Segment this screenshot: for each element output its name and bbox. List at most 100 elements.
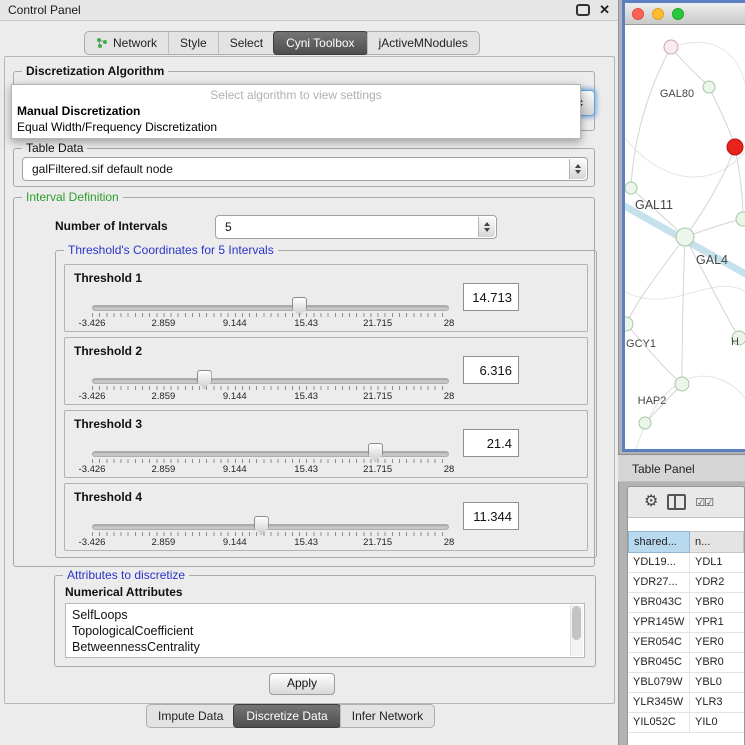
slider-track[interactable]	[92, 524, 449, 530]
scale-label: 2.859	[152, 464, 176, 475]
network-node[interactable]	[675, 377, 689, 391]
combo-stepper[interactable]	[478, 217, 495, 237]
cell[interactable]: YBR0	[690, 653, 744, 672]
cell[interactable]: YER0	[690, 633, 744, 652]
table-row[interactable]: YDR27... YDR2	[628, 573, 744, 593]
scale-label: 9.144	[223, 464, 247, 475]
tab-impute-data[interactable]: Impute Data	[147, 705, 234, 727]
slider-track[interactable]	[92, 378, 449, 384]
table-data-combo[interactable]: galFiltered.sif default node	[22, 157, 588, 181]
threshold-3-value-field[interactable]: 21.4	[463, 429, 519, 457]
window-title: Control Panel	[8, 3, 81, 17]
select-columns-icon[interactable]: ☑☑	[695, 496, 713, 509]
cell[interactable]: YER054C	[628, 633, 690, 652]
group-legend: Attributes to discretize	[63, 568, 189, 582]
slider-scale: -3.426 2.859 9.144 15.43 21.715 28	[92, 537, 449, 549]
gear-icon[interactable]: ⚙	[644, 494, 658, 510]
slider-track[interactable]	[92, 305, 449, 311]
combo-stepper[interactable]	[569, 159, 586, 179]
table-row[interactable]: YER054C YER0	[628, 633, 744, 653]
table-row[interactable]: YDL19... YDL1	[628, 553, 744, 573]
cell[interactable]: YDR2	[690, 573, 744, 592]
threshold-1-panel: Threshold 1 -3.426 2.859 9.144 15.43 21.…	[64, 264, 588, 332]
table-row[interactable]: YBR043C YBR0	[628, 593, 744, 613]
list-scrollbar[interactable]	[570, 605, 583, 656]
cell[interactable]: YBR045C	[628, 653, 690, 672]
apply-button[interactable]: Apply	[269, 673, 335, 695]
threshold-1-value-field[interactable]: 14.713	[463, 283, 519, 311]
column-header-shared-name[interactable]: shared...	[628, 531, 690, 553]
tab-style[interactable]: Style	[168, 32, 218, 54]
control-panel-titlebar[interactable]: Control Panel ✕	[0, 0, 618, 21]
network-node[interactable]	[676, 228, 694, 246]
threshold-1-slider[interactable]: -3.426 2.859 9.144 15.43 21.715 28	[92, 299, 449, 329]
list-item[interactable]: TopologicalCoefficient	[66, 623, 584, 639]
tab-network[interactable]: Network	[85, 32, 168, 54]
table-row[interactable]: YBR045C YBR0	[628, 653, 744, 673]
cell[interactable]: YPR1	[690, 613, 744, 632]
threshold-4-value-field[interactable]: 11.344	[463, 502, 519, 530]
cell[interactable]: YIL052C	[628, 713, 690, 732]
table-panel-header[interactable]: Table Panel	[618, 454, 745, 482]
threshold-label: Threshold 1	[74, 271, 142, 285]
tab-label: Infer Network	[352, 709, 423, 723]
zoom-window-icon[interactable]	[672, 8, 684, 20]
control-panel-window: Control Panel ✕ Network Style Select Cyn…	[0, 0, 619, 745]
columns-icon[interactable]	[667, 494, 686, 510]
list-item[interactable]: BetweennessCentrality	[66, 639, 584, 655]
threshold-2-slider[interactable]: -3.426 2.859 9.144 15.43 21.715 28	[92, 372, 449, 402]
cell[interactable]: YBL079W	[628, 673, 690, 692]
close-icon[interactable]: ✕	[599, 0, 610, 20]
stepper-up-icon	[484, 222, 490, 226]
numerical-attributes-list[interactable]: SelfLoops TopologicalCoefficient Between…	[65, 603, 585, 658]
number-of-intervals-combo[interactable]: 5	[215, 215, 497, 239]
group-legend: Discretization Algorithm	[22, 64, 168, 78]
cell[interactable]: YBR0	[690, 593, 744, 612]
cell[interactable]: YBL0	[690, 673, 744, 692]
cell[interactable]: YDL19...	[628, 553, 690, 572]
cell[interactable]: YLR3	[690, 693, 744, 712]
cell[interactable]: YDL1	[690, 553, 744, 572]
cell[interactable]: YPR145W	[628, 613, 690, 632]
dropdown-item-equal-width-frequency[interactable]: Equal Width/Frequency Discretization	[12, 119, 580, 135]
scrollbar-thumb[interactable]	[572, 606, 581, 640]
table-row[interactable]: YPR145W YPR1	[628, 613, 744, 633]
tab-infer-network[interactable]: Infer Network	[340, 705, 434, 727]
network-node[interactable]	[664, 40, 678, 54]
network-window-titlebar[interactable]	[625, 3, 745, 25]
bottom-tab-bar: Impute Data Discretize Data Infer Networ…	[146, 704, 435, 728]
table-row[interactable]: YBL079W YBL0	[628, 673, 744, 693]
network-node[interactable]	[625, 182, 637, 194]
tab-cyni-toolbox[interactable]: Cyni Toolbox	[273, 31, 367, 55]
network-canvas[interactable]: GAL80 GAL11 GAL4 GCY1 HAP2 H	[625, 25, 745, 450]
scale-label: 21.715	[363, 318, 392, 329]
close-window-icon[interactable]	[632, 8, 644, 20]
network-node[interactable]	[639, 417, 651, 429]
network-node[interactable]	[625, 317, 633, 331]
cell[interactable]: YIL0	[690, 713, 744, 732]
cell[interactable]: YBR043C	[628, 593, 690, 612]
threshold-3-slider[interactable]: -3.426 2.859 9.144 15.43 21.715 28	[92, 445, 449, 475]
network-node-selected[interactable]	[727, 139, 743, 155]
dropdown-item-manual-discretization[interactable]: Manual Discretization	[12, 103, 580, 119]
minimize-window-icon[interactable]	[652, 8, 664, 20]
threshold-2-value-field[interactable]: 6.316	[463, 356, 519, 384]
stepper-down-icon	[575, 170, 581, 174]
table-row[interactable]: YLR345W YLR3	[628, 693, 744, 713]
tab-jactivemnodules[interactable]: jActiveMNodules	[367, 32, 479, 54]
table-row[interactable]: YIL052C YIL0	[628, 713, 744, 733]
network-node[interactable]	[736, 212, 745, 226]
list-item[interactable]: SelfLoops	[66, 607, 584, 623]
slider-track[interactable]	[92, 451, 449, 457]
tab-label: Select	[230, 36, 263, 50]
slider-scale: -3.426 2.859 9.144 15.43 21.715 28	[92, 318, 449, 330]
threshold-4-slider[interactable]: -3.426 2.859 9.144 15.43 21.715 28	[92, 518, 449, 548]
network-node[interactable]	[703, 81, 715, 93]
scale-label: -3.426	[79, 464, 106, 475]
column-header-name[interactable]: n...	[690, 531, 744, 553]
tab-select[interactable]: Select	[218, 32, 274, 54]
tab-discretize-data[interactable]: Discretize Data	[233, 704, 340, 728]
cell[interactable]: YLR345W	[628, 693, 690, 712]
float-window-icon[interactable]	[576, 4, 590, 16]
cell[interactable]: YDR27...	[628, 573, 690, 592]
